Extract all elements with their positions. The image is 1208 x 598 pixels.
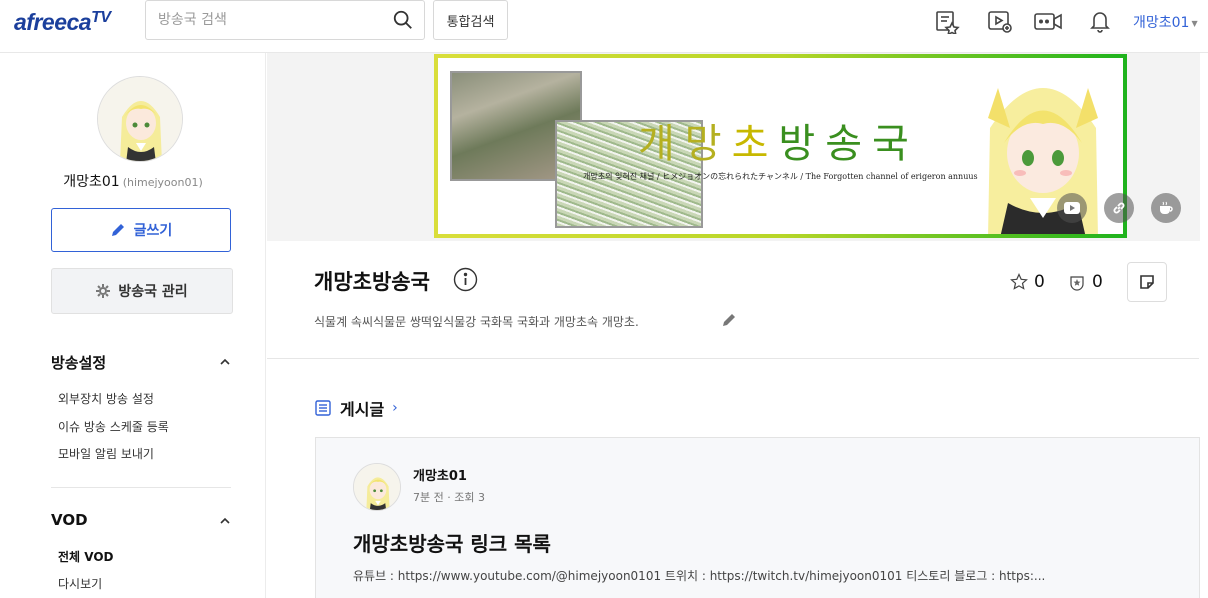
top-header: afreecaTV 통합검색 개망초01▼ xyxy=(0,0,1208,53)
favorite-count[interactable]: 0 xyxy=(1010,272,1045,292)
post-card[interactable]: 개망초01 7분 전 · 조회 3 개망초방송국 링크 목록 유튜브 : htt… xyxy=(315,437,1200,598)
profile-avatar[interactable] xyxy=(97,76,183,162)
favorite-count-value: 0 xyxy=(1034,272,1045,292)
pencil-icon xyxy=(111,224,124,236)
notification-bell-icon[interactable] xyxy=(1087,8,1113,34)
sidebar-item-external-device[interactable]: 외부장치 방송 설정 xyxy=(58,390,154,407)
sidebar-item-all-vod[interactable]: 전체 VOD xyxy=(58,548,114,565)
logo-text: afreeca xyxy=(14,9,92,35)
banner-title-part: 초 xyxy=(731,121,779,167)
edit-pencil-icon[interactable] xyxy=(721,312,737,328)
user-menu[interactable]: 개망초01 ▼ xyxy=(1133,12,1198,32)
star-icon xyxy=(1010,273,1028,290)
vod-section-title[interactable]: VOD xyxy=(51,511,88,529)
post-author-avatar[interactable] xyxy=(353,463,401,511)
posts-section-title: 게시글 xyxy=(340,400,385,419)
profile-nickname: 개망초01 xyxy=(63,174,120,190)
search-input[interactable] xyxy=(158,10,378,30)
banner-subtitle: 개망초의 잊혀진 채널 / ヒメジョオンの忘れられたチャンネル / The Fo… xyxy=(583,172,978,181)
write-post-label: 글쓰기 xyxy=(133,223,173,239)
gear-icon xyxy=(96,284,111,298)
sidebar-divider xyxy=(51,487,231,488)
profile-id: (himejyoon01) xyxy=(122,176,203,189)
subscriber-count-value: 0 xyxy=(1092,272,1103,292)
profile-name: 개망초01 (himejyoon01) xyxy=(0,171,266,191)
caret-down-icon: ▼ xyxy=(1191,18,1198,28)
subscriber-count[interactable]: 0 xyxy=(1068,272,1103,292)
broadcast-camera-icon[interactable] xyxy=(1033,8,1063,34)
write-post-button[interactable]: 글쓰기 xyxy=(51,208,231,252)
donation-button[interactable] xyxy=(1151,193,1181,223)
chevron-up-icon[interactable] xyxy=(219,356,231,368)
section-divider xyxy=(267,358,1199,359)
youtube-link-button[interactable] xyxy=(1057,193,1087,223)
afreecatv-logo[interactable]: afreecaTV xyxy=(14,9,111,36)
chevron-up-icon[interactable] xyxy=(219,515,231,527)
search-box xyxy=(145,0,425,40)
total-search-button[interactable]: 통합검색 xyxy=(433,0,508,40)
post-meta: 7분 전 · 조회 3 xyxy=(413,491,485,504)
sticker-button[interactable] xyxy=(1127,262,1167,302)
logo-tv-text: TV xyxy=(91,9,111,26)
link-icon xyxy=(1113,202,1125,214)
post-title[interactable]: 개망초방송국 링크 목록 xyxy=(353,528,551,557)
search-icon[interactable] xyxy=(392,9,414,31)
broadcast-settings-title[interactable]: 방송설정 xyxy=(51,352,106,373)
left-sidebar: 개망초01 (himejyoon01) 글쓰기 방송국 관리 방송설정 외부장치 … xyxy=(0,53,266,598)
info-icon[interactable] xyxy=(453,267,478,292)
post-body-preview[interactable]: 유튜브 : https://www.youtube.com/@himejyoon… xyxy=(353,567,1093,584)
sidebar-item-issue-schedule[interactable]: 이슈 방송 스케줄 등록 xyxy=(58,418,169,435)
channel-title: 개망초방송국 xyxy=(314,270,430,294)
sticker-note-icon xyxy=(1140,275,1154,289)
banner-title-part: 방송국 xyxy=(778,121,919,167)
sidebar-item-replay[interactable]: 다시보기 xyxy=(58,575,102,592)
banner-title: 개망초방송국 xyxy=(638,111,919,169)
sidebar-item-mobile-alert[interactable]: 모바일 알림 보내기 xyxy=(58,445,154,462)
avatar-character-image xyxy=(354,464,400,510)
user-name: 개망초01 xyxy=(1133,15,1190,31)
channel-description: 식물계 속씨식물문 쌍떡잎식물강 국화목 국화과 개망초속 개망초. xyxy=(314,315,639,329)
vod-upload-icon[interactable] xyxy=(986,8,1012,34)
subscribe-badge-icon xyxy=(1070,276,1084,291)
coffee-cup-icon xyxy=(1160,201,1173,214)
playlist-icon[interactable] xyxy=(934,8,960,34)
post-author-name[interactable]: 개망초01 xyxy=(413,465,467,484)
youtube-icon xyxy=(1064,202,1080,214)
channel-manage-label: 방송국 관리 xyxy=(118,284,188,300)
board-list-icon xyxy=(315,400,331,416)
channel-banner: 개망초방송국 개망초의 잊혀진 채널 / ヒメジョオンの忘れられたチャンネル /… xyxy=(434,54,1127,238)
banner-character-image xyxy=(988,88,1098,234)
posts-section-header[interactable]: 게시글 › xyxy=(314,396,398,420)
copy-link-button[interactable] xyxy=(1104,193,1134,223)
avatar-character-image xyxy=(98,77,182,161)
banner-title-part: 개망 xyxy=(638,121,732,167)
chevron-right-icon: › xyxy=(392,400,398,416)
channel-manage-button[interactable]: 방송국 관리 xyxy=(51,268,233,314)
